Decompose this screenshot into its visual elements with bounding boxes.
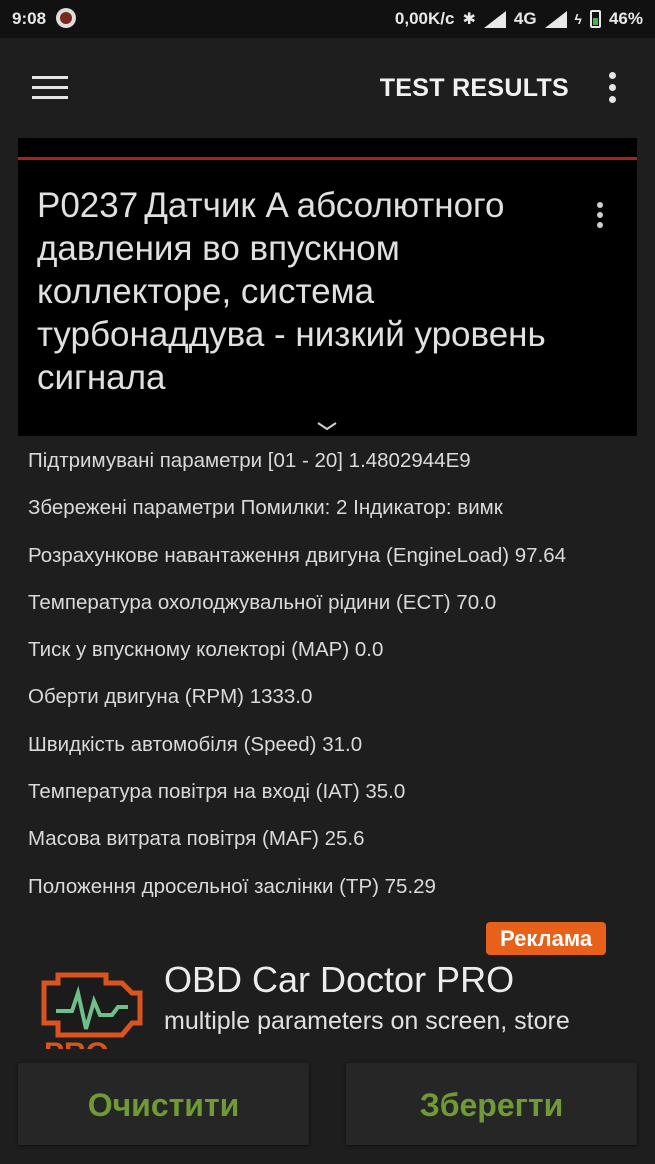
param-row: Температура повітря на вході (IAT) 35.0 [28,780,406,804]
param-row: Положення дросельної заслінки (TP) 75.29 [28,874,436,898]
param-row: Масова витрата повітря (MAF) 25.6 [28,827,365,851]
param-row: Збережені параметри Помилки: 2 Індикатор… [28,496,503,520]
param-row: Оберти двигуна (RPM) 1333.0 [28,685,313,709]
dtc-text: P0237 Датчик A абсолютного давления во вп… [37,184,577,399]
status-right: 0,00K/c ✱ 4G ϟ 46% [395,9,643,29]
car-doctor-logo-icon: PRO [41,972,143,1049]
more-vert-icon[interactable] [607,72,617,104]
ad-badge: Реклама [486,922,607,955]
param-row: Тиск у впускному колекторі (MAP) 0.0 [28,638,384,662]
battery-icon [589,10,601,28]
status-bar: 9:08 0,00K/c ✱ 4G ϟ 46% [0,0,655,38]
wifi-signal-icon [544,10,567,28]
parameters-list: Підтримувані параметри [01 - 20] 1.48029… [28,440,638,913]
network-type: 4G [513,9,537,28]
app-bar: TEST RESULTS [0,38,655,138]
param-row: Підтримувані параметри [01 - 20] 1.48029… [28,449,471,472]
signal-icon [483,10,506,28]
param-row: Швидкість автомобіля (Speed) 31.0 [28,732,363,756]
status-time: 9:08 [12,9,47,28]
dtc-card[interactable]: P0237 Датчик A абсолютного давления во вп… [18,138,637,436]
logo-text: PRO [44,1037,109,1049]
ad-subtitle: multiple parameters on screen, store [164,1007,570,1035]
param-row: Температура охолоджувальної рідини (ECT)… [28,590,497,614]
expand-chevron-icon[interactable] [316,421,338,431]
notification-icon [56,8,76,28]
ad-title: OBD Car Doctor PRO [164,959,515,1000]
card-accent-line [18,157,637,160]
ad-banner[interactable]: Реклама PRO OBD Car Doctor PRO multiple … [0,915,655,1049]
page-title: TEST RESULTS [379,74,569,102]
clear-button[interactable]: Очистити [18,1063,309,1145]
network-speed: 0,00K/c [394,9,455,28]
hamburger-icon[interactable] [32,76,68,100]
dtc-code: P0237 [37,186,139,225]
param-row: Розрахункове навантаження двигуна (Engin… [28,543,567,567]
save-button[interactable]: Зберегти [346,1063,637,1145]
bottom-actions: Очистити Зберегти [0,1049,655,1164]
battery-percent: 46% [608,9,643,28]
bluetooth-icon: ✱ [462,11,476,28]
charging-icon: ϟ [574,11,582,27]
card-more-icon[interactable] [597,202,605,232]
